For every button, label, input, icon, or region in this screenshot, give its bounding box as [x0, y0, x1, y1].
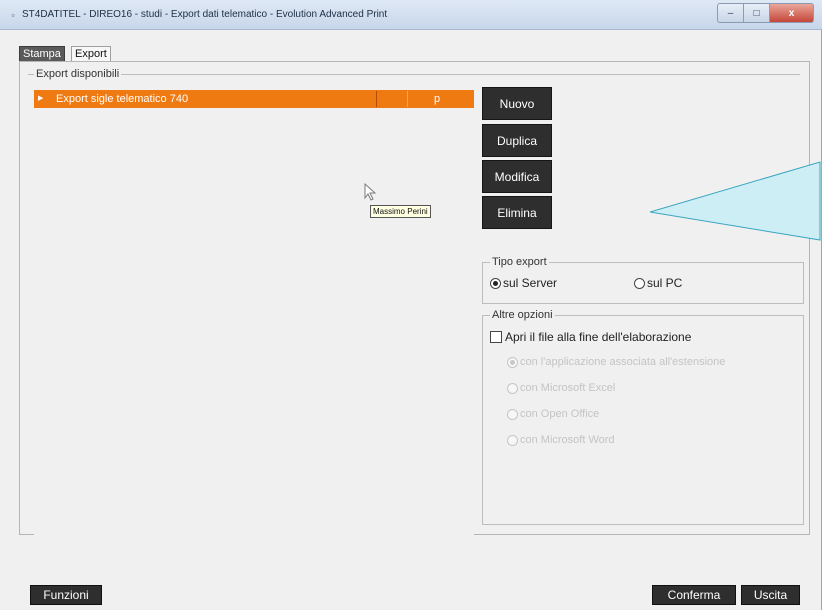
radio-disabled-icon	[507, 408, 518, 420]
radio-open-office: con Open Office	[507, 408, 599, 420]
radio-label: con Microsoft Excel	[520, 382, 616, 394]
radio-word: con Microsoft Word	[507, 434, 615, 446]
elimina-button[interactable]: Elimina	[482, 196, 552, 229]
radio-excel: con Microsoft Excel	[507, 382, 615, 394]
export-list-frame	[28, 74, 800, 84]
window-title: ST4DATITEL - DIREO16 - studi - Export da…	[22, 9, 388, 20]
duplica-button[interactable]: Duplica	[482, 124, 552, 157]
radio-label: sul PC	[647, 276, 683, 290]
tab-stampa[interactable]: Stampa	[19, 46, 65, 62]
maximize-button[interactable]: □	[744, 3, 770, 23]
title-bar[interactable]: ▫ ST4DATITEL - DIREO16 - studi - Export …	[0, 0, 822, 30]
radio-label: con Microsoft Word	[520, 434, 615, 446]
column-divider	[376, 91, 377, 107]
conferma-button[interactable]: Conferma	[652, 585, 736, 605]
mouse-cursor-icon	[364, 183, 376, 201]
radio-label: con Open Office	[520, 408, 600, 420]
radio-disabled-icon	[507, 434, 518, 446]
radio-disabled-icon	[507, 382, 518, 394]
app-icon: ▫	[11, 10, 15, 20]
tab-export[interactable]: Export	[71, 46, 111, 62]
radio-checked-icon[interactable]	[490, 277, 501, 289]
radio-app-associata: con l'applicazione associata all'estensi…	[507, 356, 725, 368]
radio-sul-pc[interactable]: sul PC	[634, 276, 682, 290]
export-name: Export sigle telematico 740	[56, 93, 189, 105]
export-list: ▶ Export sigle telematico 740 p	[34, 90, 474, 560]
funzioni-label: Funzioni	[43, 588, 89, 602]
row-pointer-icon: ▶	[38, 95, 44, 102]
checkbox-label: Apri il file alla fine dell'elaborazione	[505, 330, 692, 344]
list-item[interactable]: ▶ Export sigle telematico 740 p	[34, 90, 474, 108]
tooltip: Massimo Perini	[370, 205, 431, 218]
app-window: ▫ ST4DATITEL - DIREO16 - studi - Export …	[0, 0, 822, 610]
tipo-export-legend: Tipo export	[490, 256, 549, 268]
radio-label: sul Server	[503, 276, 558, 290]
modifica-button[interactable]: Modifica	[482, 160, 552, 193]
close-button[interactable]: x	[770, 3, 814, 23]
minimize-button[interactable]: –	[717, 3, 744, 23]
uscita-button[interactable]: Uscita	[741, 585, 800, 605]
radio-label: con l'applicazione associata all'estensi…	[520, 356, 726, 368]
nuovo-button[interactable]: Nuovo	[482, 87, 552, 120]
apri-file-checkbox[interactable]: Apri il file alla fine dell'elaborazione	[490, 330, 691, 344]
conferma-label: Conferma	[667, 588, 721, 602]
checkbox-unchecked-icon[interactable]	[490, 331, 502, 343]
funzioni-button[interactable]: Funzioni	[30, 585, 102, 605]
altre-opzioni-group	[482, 315, 804, 525]
export-code: p	[434, 93, 441, 105]
uscita-label: Uscita	[753, 588, 788, 602]
radio-sul-server[interactable]: sul Server	[490, 276, 557, 290]
callout-shape	[650, 161, 821, 241]
window-controls: – □ x	[717, 3, 814, 25]
altre-opzioni-legend: Altre opzioni	[490, 309, 555, 321]
radio-unchecked-icon[interactable]	[634, 277, 645, 289]
radio-disabled-icon	[507, 356, 518, 368]
export-list-legend: Export disponibili	[34, 68, 122, 80]
column-divider	[407, 91, 408, 107]
